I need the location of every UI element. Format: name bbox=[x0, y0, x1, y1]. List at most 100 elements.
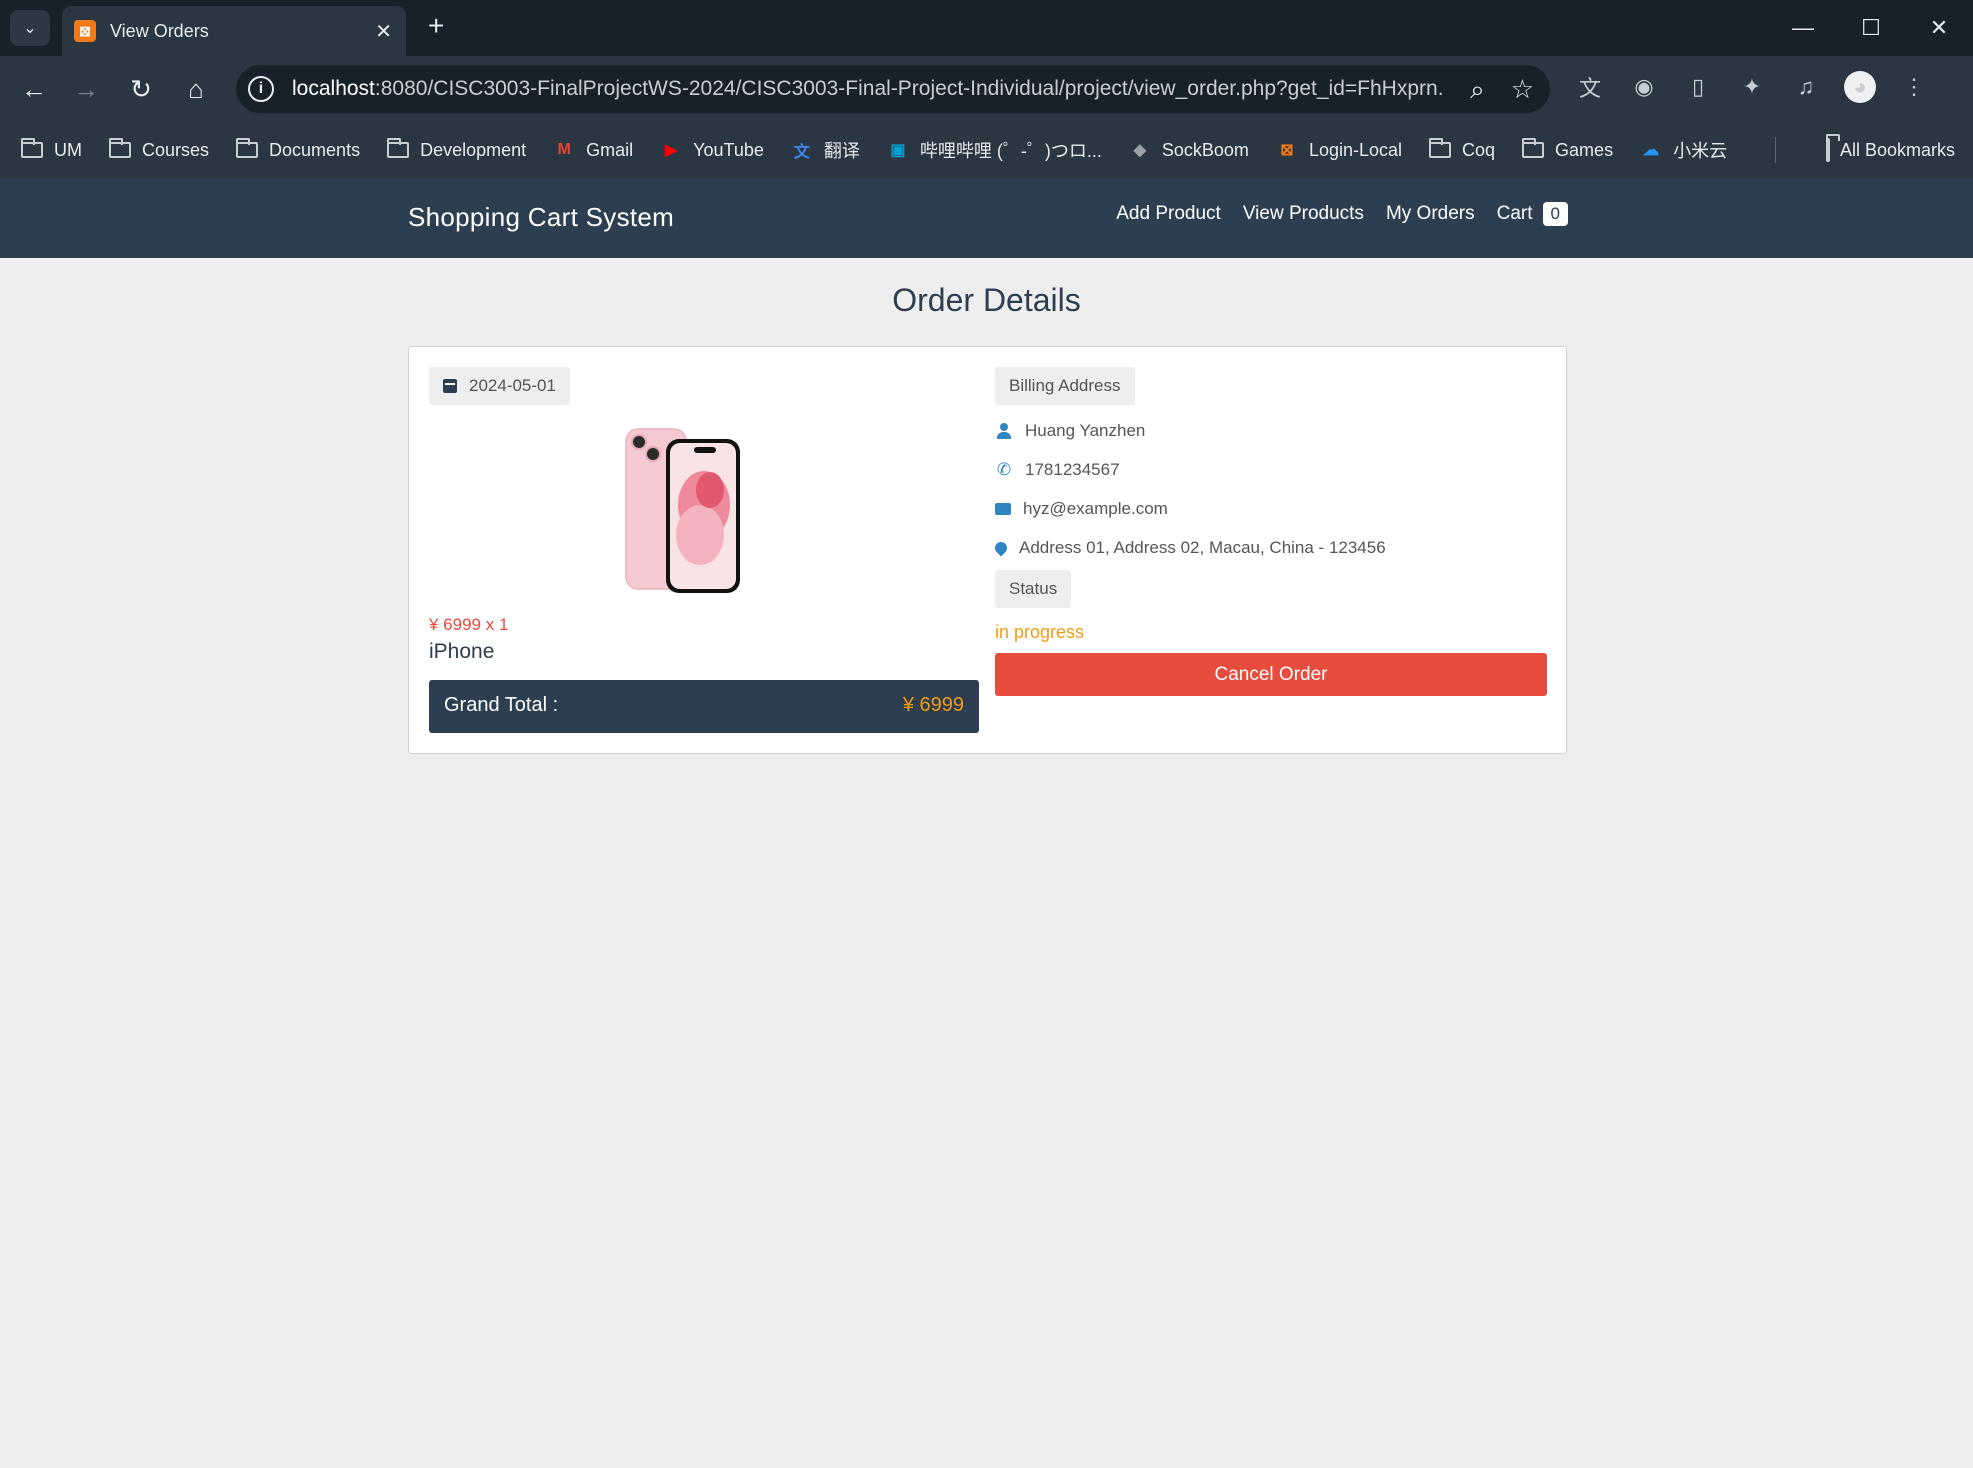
bookmarks-separator bbox=[1775, 137, 1776, 163]
bookmark-item[interactable]: Coq bbox=[1428, 138, 1496, 161]
bookmark-item[interactable]: ▣ 哔哩哔哩 (゜-゜)つロ... bbox=[886, 137, 1102, 163]
tab-view-orders[interactable]: ⊠ View Orders ✕ bbox=[62, 6, 406, 56]
nav-cart-label: Cart bbox=[1496, 203, 1533, 224]
billing-email: hyz@example.com bbox=[1023, 499, 1168, 518]
bookmark-item[interactable]: ▶ YouTube bbox=[659, 140, 764, 161]
product-image[interactable] bbox=[624, 425, 744, 595]
bookmark-label: 哔哩哔哩 (゜-゜)つロ... bbox=[919, 141, 1102, 161]
tab-search-button[interactable]: ⌄ bbox=[10, 10, 50, 46]
status-value: in progress bbox=[995, 622, 1085, 642]
sockboom-icon: ◆ bbox=[1133, 142, 1147, 159]
bookmark-label: Coq bbox=[1462, 139, 1496, 160]
bookmark-item[interactable]: Courses bbox=[108, 138, 210, 161]
chevron-down-icon: ⌄ bbox=[23, 20, 37, 37]
home-icon[interactable]: ⌂ bbox=[180, 74, 212, 105]
gmail-icon: M bbox=[557, 141, 571, 158]
browser-chrome: ⌄ ⊠ View Orders ✕ + — ☐ ✕ ← → ↻ ⌂ i loca… bbox=[0, 0, 1973, 179]
bookmark-label: Development bbox=[420, 139, 527, 160]
camera-icon[interactable]: ◉ bbox=[1628, 71, 1660, 103]
cancel-order-button[interactable]: Cancel Order bbox=[995, 653, 1547, 696]
bookmark-item[interactable]: ⊠ Login-Local bbox=[1275, 140, 1402, 161]
site-info-icon[interactable]: i bbox=[248, 76, 274, 102]
billing-name-row: Huang Yanzhen bbox=[995, 415, 1547, 447]
bookmark-label: Courses bbox=[142, 139, 210, 160]
close-icon[interactable]: ✕ bbox=[375, 19, 392, 44]
window-close-icon[interactable]: ✕ bbox=[1905, 0, 1973, 56]
bookmark-item[interactable]: ☁ 小米云 bbox=[1639, 137, 1727, 163]
bookmark-label: UM bbox=[54, 139, 82, 160]
folder-icon bbox=[1428, 138, 1452, 160]
nav-view-products[interactable]: View Products bbox=[1243, 203, 1364, 225]
bookmarks-bar: UM Courses Documents Development M Gmail ▶ YouT… bbox=[0, 122, 1973, 179]
billing-phone: 1781234567 bbox=[1025, 460, 1120, 479]
product-name: iPhone bbox=[429, 640, 495, 663]
xampp-icon: ⊠ bbox=[74, 20, 96, 42]
folder-icon bbox=[386, 138, 410, 160]
folder-icon bbox=[108, 138, 132, 160]
device-icon[interactable]: ▯ bbox=[1682, 71, 1714, 103]
bookmark-label: Documents bbox=[269, 139, 361, 160]
bookmark-item[interactable]: Games bbox=[1521, 138, 1613, 161]
nav-cart[interactable]: Cart 0 bbox=[1497, 202, 1568, 226]
media-control-icon[interactable]: ♫ bbox=[1790, 71, 1822, 103]
order-date-text: 2024-05-01 bbox=[469, 376, 556, 395]
nav-my-orders[interactable]: My Orders bbox=[1386, 203, 1475, 225]
grand-total-bar: Grand Total : ¥ 6999 bbox=[429, 680, 979, 733]
folder-icon bbox=[1825, 137, 1830, 162]
profile-avatar[interactable]: ◕ bbox=[1844, 71, 1876, 103]
bookmark-label: Gmail bbox=[586, 139, 634, 160]
billing-column: Billing Address Huang Yanzhen ✆ 17812345… bbox=[992, 367, 1547, 696]
page-content: Shopping Cart System Add Product View Pr… bbox=[0, 178, 1973, 1468]
forward-icon[interactable]: → bbox=[70, 74, 102, 105]
bookmark-label: SockBoom bbox=[1161, 139, 1249, 160]
bookmark-label: 翻译 bbox=[823, 141, 860, 161]
billing-phone-row: ✆ 1781234567 bbox=[995, 454, 1547, 486]
back-icon[interactable]: ← bbox=[18, 74, 50, 105]
extensions-icon[interactable]: ✦ bbox=[1736, 71, 1768, 103]
zoom-icon[interactable]: ⌕ bbox=[1470, 74, 1485, 106]
window-controls: — ☐ ✕ bbox=[1769, 0, 1973, 56]
url-text[interactable]: localhost:8080/CISC3003-FinalProjectWS-2… bbox=[292, 77, 1442, 101]
address-bar[interactable]: i localhost:8080/CISC3003-FinalProjectWS… bbox=[236, 65, 1550, 113]
billing-address-row: Address 01, Address 02, Macau, China - 1… bbox=[992, 532, 1547, 564]
bookmark-label: Login-Local bbox=[1308, 139, 1403, 160]
site-brand[interactable]: Shopping Cart System bbox=[408, 202, 674, 233]
reload-icon[interactable]: ↻ bbox=[125, 74, 157, 105]
status-label: Status bbox=[995, 570, 1072, 608]
omnibox-actions: ⌕ ☆ bbox=[1470, 74, 1534, 106]
user-icon bbox=[995, 422, 1013, 440]
calendar-icon bbox=[443, 379, 457, 393]
cart-count-badge: 0 bbox=[1542, 202, 1568, 226]
xiaomi-cloud-icon: ☁ bbox=[1643, 142, 1660, 159]
grand-total-value: ¥ 6999 bbox=[902, 694, 964, 716]
bookmark-item[interactable]: 文翻译 bbox=[790, 137, 860, 163]
bookmark-item[interactable]: UM bbox=[20, 138, 82, 161]
bookmark-item[interactable]: Documents bbox=[235, 138, 361, 161]
nav-add-product[interactable]: Add Product bbox=[1116, 203, 1221, 225]
billing-name: Huang Yanzhen bbox=[1025, 421, 1146, 440]
billing-address-label: Billing Address bbox=[995, 367, 1135, 405]
translate-extension-icon[interactable]: 文 bbox=[1574, 71, 1606, 103]
tab-strip: ⌄ ⊠ View Orders ✕ + — ☐ ✕ bbox=[0, 0, 1973, 56]
all-bookmarks[interactable]: All Bookmarks bbox=[1825, 122, 1955, 178]
menu-dots-icon[interactable]: ⋮ bbox=[1898, 71, 1930, 103]
translate-icon: 文 bbox=[793, 144, 810, 161]
folder-icon bbox=[1521, 138, 1545, 160]
minimize-icon[interactable]: — bbox=[1769, 0, 1837, 56]
envelope-icon bbox=[995, 503, 1011, 515]
order-card: 2024-05-01 ¥ 6999 x 1 iPhone Grand Total… bbox=[408, 346, 1567, 754]
nav-links: Add Product View Products My Orders Cart… bbox=[1116, 202, 1568, 226]
billing-address: Address 01, Address 02, Macau, China - 1… bbox=[1019, 538, 1386, 557]
new-tab-button[interactable]: + bbox=[428, 10, 444, 42]
bookmark-item[interactable]: ◆ SockBoom bbox=[1128, 140, 1249, 161]
folder-icon bbox=[20, 138, 44, 160]
maximize-icon[interactable]: ☐ bbox=[1837, 0, 1905, 56]
billing-email-row: hyz@example.com bbox=[995, 493, 1547, 525]
site-navbar: Shopping Cart System Add Product View Pr… bbox=[0, 178, 1973, 258]
bookmark-item[interactable]: M Gmail bbox=[552, 140, 633, 161]
map-pin-icon bbox=[992, 539, 1010, 557]
phone-icon: ✆ bbox=[996, 460, 1012, 479]
bookmark-item[interactable]: Development bbox=[386, 138, 527, 161]
bookmark-star-icon[interactable]: ☆ bbox=[1511, 74, 1534, 106]
product-price-qty: ¥ 6999 x 1 bbox=[429, 615, 509, 634]
